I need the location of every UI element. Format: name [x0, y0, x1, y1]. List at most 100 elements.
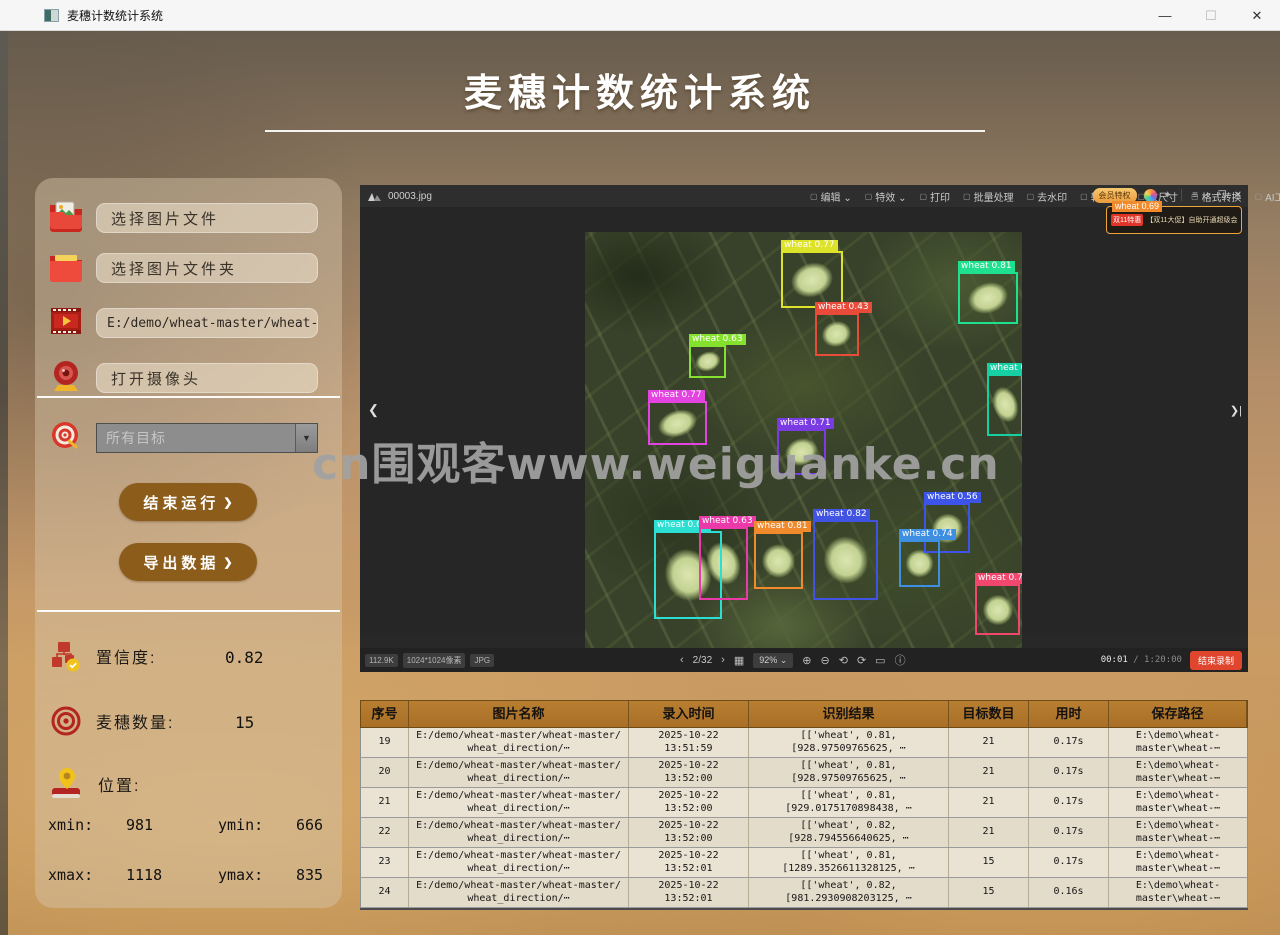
wheat-count-icon [50, 705, 82, 737]
sparkle-icon[interactable]: ✦ [1164, 190, 1172, 201]
restore-icon[interactable]: ❐ [1218, 190, 1227, 201]
detection-label: wheat 0.71 [777, 418, 834, 429]
stop-recording-button[interactable]: 结束录制 [1190, 651, 1242, 670]
detection-box: wheat 0.81 [958, 272, 1018, 324]
table-cell: E:/demo/wheat-master/wheat-master/ wheat… [409, 728, 629, 757]
table-row[interactable]: 23E:/demo/wheat-master/wheat-master/ whe… [360, 848, 1248, 878]
table-cell: [['wheat', 0.82, [928.794556640625, ⋯ [749, 818, 949, 847]
table-cell: [['wheat', 0.81, [929.0175170898438, ⋯ [749, 788, 949, 817]
table-cell: E:/demo/wheat-master/wheat-master/ wheat… [409, 878, 629, 907]
table-cell: E:\demo\wheat- master\wheat-⋯ [1109, 758, 1247, 787]
table-cell: 20 [361, 758, 409, 787]
ymin-value: 666 [296, 816, 323, 834]
webcam-icon [48, 359, 84, 393]
minimize-button[interactable]: — [1142, 0, 1188, 31]
confidence-icon [50, 640, 82, 672]
format-badge: JPG [470, 654, 494, 667]
rotate-right-icon[interactable]: ⟳ [857, 654, 866, 667]
export-data-button[interactable]: 导出数据 ❯ [119, 543, 257, 581]
table-cell: 2025-10-22 13:52:01 [629, 878, 749, 907]
table-row[interactable]: 22E:/demo/wheat-master/wheat-master/ whe… [360, 818, 1248, 848]
table-row[interactable]: 19E:/demo/wheat-master/wheat-master/ whe… [360, 728, 1248, 758]
next-image-arrow[interactable]: ❯| [1230, 404, 1242, 417]
prev-image-arrow[interactable]: ❮ [368, 402, 379, 418]
menu-item-批量处理[interactable]: ▢批量处理 [963, 189, 1014, 204]
xmin-label: xmin: [48, 816, 126, 834]
menu-item-AI工具箱[interactable]: ▢AI工具箱 [1255, 189, 1280, 204]
confidence-label: 置信度: [96, 644, 156, 668]
prev-page-icon[interactable]: ‹ [680, 654, 684, 666]
chevron-down-icon[interactable]: ▼ [295, 424, 317, 452]
close-button[interactable]: ✕ [1234, 0, 1280, 31]
detection-box: wheat 0.81 [754, 532, 803, 589]
table-cell: 21 [361, 788, 409, 817]
divider [37, 396, 340, 398]
table-row[interactable]: 20E:/demo/wheat-master/wheat-master/ whe… [360, 758, 1248, 788]
title-underline [265, 130, 985, 132]
table-cell: 0.17s [1029, 788, 1109, 817]
table-cell: 15 [949, 878, 1029, 907]
table-cell: E:/demo/wheat-master/wheat-master/ wheat… [409, 848, 629, 877]
target-filter-select[interactable]: 所有目标 ▼ [96, 423, 318, 453]
table-cell: 21 [949, 758, 1029, 787]
rotate-left-icon[interactable]: ⟲ [839, 654, 848, 667]
detection-box: wheat 0.74 [899, 540, 940, 587]
video-file-icon [48, 304, 84, 338]
sidebar: 选择图片文件 选择图片文件夹 打开摄像头 [35, 178, 342, 908]
select-image-button[interactable]: 选择图片文件 [96, 203, 318, 233]
delete-icon[interactable]: ▭ [875, 654, 885, 667]
open-camera-button[interactable]: 打开摄像头 [96, 363, 318, 393]
table-row[interactable]: 21E:/demo/wheat-master/wheat-master/ whe… [360, 788, 1248, 818]
confidence-value: 0.82 [225, 648, 264, 667]
viewer-close-icon[interactable]: ✕ [1234, 190, 1242, 201]
table-cell: [['wheat', 0.81, [928.97509765625, ⋯ [749, 728, 949, 757]
table-header-cell: 用时 [1029, 701, 1109, 727]
menu-item-编辑[interactable]: ▢编辑 ⌄ [810, 189, 852, 204]
filesize-badge: 112.9K [365, 654, 398, 667]
ymin-label: ymin: [218, 816, 296, 834]
background-window-sliver [0, 31, 8, 935]
detection-label: wheat 0.72 [975, 573, 1022, 584]
menu-icon[interactable]: ≡ [1192, 190, 1198, 201]
xmax-label: xmax: [48, 866, 126, 884]
app-icon [44, 9, 59, 22]
separator: │ [1179, 190, 1185, 201]
maximize-button[interactable]: ☐ [1188, 0, 1234, 31]
xmin-value: 981 [126, 816, 218, 834]
detection-label: wheat 0.21 [987, 363, 1022, 374]
zoom-out-icon[interactable]: ⊖ [821, 654, 830, 667]
ymax-value: 835 [296, 866, 323, 884]
table-cell: 24 [361, 878, 409, 907]
table-cell: E:\demo\wheat- master\wheat-⋯ [1109, 788, 1247, 817]
titlebar: 麦穗计数统计系统 — ☐ ✕ [0, 0, 1280, 31]
menu-item-icon: ▢ [963, 192, 971, 201]
pin-icon[interactable]: ⌖ [1205, 190, 1211, 201]
table-cell: 21 [949, 788, 1029, 817]
zoom-in-icon[interactable]: ⊕ [802, 654, 811, 667]
detection-box: wheat 0.72 [975, 584, 1020, 635]
menu-item-特效[interactable]: ▢特效 ⌄ [865, 189, 907, 204]
video-path-input[interactable] [96, 308, 318, 338]
zoom-level-select[interactable]: 92% ⌄ [753, 653, 793, 668]
table-body: 19E:/demo/wheat-master/wheat-master/ whe… [360, 728, 1248, 908]
table-header-cell: 图片名称 [409, 701, 629, 727]
info-icon[interactable]: ⓘ [895, 652, 906, 668]
table-row[interactable]: 24E:/demo/wheat-master/wheat-master/ whe… [360, 878, 1248, 908]
stop-run-button[interactable]: 结束运行 ❯ [119, 483, 257, 521]
thumbnail-grid-icon[interactable]: ▦ [734, 654, 744, 667]
photo: wheat 0.77wheat 0.81wheat 0.43wheat 0.63… [585, 232, 1022, 670]
menu-item-打印[interactable]: ▢打印 [919, 189, 950, 204]
table-cell: 21 [949, 728, 1029, 757]
detection-box: wheat 0.77 [781, 251, 843, 308]
viewer-canvas: wheat 0.77wheat 0.81wheat 0.43wheat 0.63… [360, 207, 1248, 633]
menu-item-去水印[interactable]: ▢去水印 [1027, 189, 1068, 204]
results-table: 序号图片名称录入时间识别结果目标数目用时保存路径 19E:/demo/wheat… [360, 700, 1248, 910]
next-page-icon[interactable]: › [721, 654, 725, 666]
detection-box: wheat 0.21 [987, 374, 1022, 436]
menu-item-icon: ▢ [1027, 192, 1035, 201]
select-folder-button[interactable]: 选择图片文件夹 [96, 253, 318, 283]
detection-box: wheat 0.82 [813, 520, 878, 600]
promo-badge: 双11特惠 [1111, 214, 1143, 226]
folder-image-icon [48, 199, 84, 233]
menu-item-icon: ▢ [1080, 192, 1088, 201]
